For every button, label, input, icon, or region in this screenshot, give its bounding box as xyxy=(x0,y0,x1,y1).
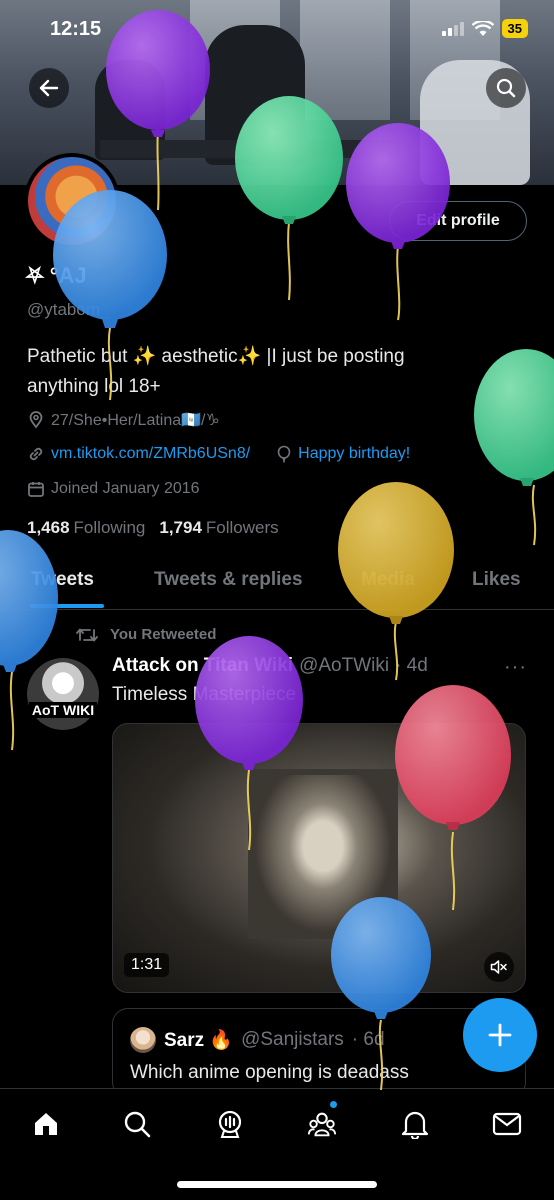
joined-date: Joined January 2016 xyxy=(51,480,200,497)
display-name: ⛧ °AJ xyxy=(26,263,87,288)
more-options-icon[interactable]: ··· xyxy=(504,656,527,679)
joined-row: Joined January 2016 xyxy=(27,480,200,498)
tab-tweets[interactable]: Tweets xyxy=(31,569,94,591)
retweet-icon xyxy=(76,628,98,641)
search-icon xyxy=(496,78,516,98)
nav-notifications[interactable] xyxy=(400,1109,430,1139)
links-row: vm.tiktok.com/ZMRb6USn8/ Happy birthday! xyxy=(27,445,410,463)
tweet-video[interactable] xyxy=(112,723,526,993)
retweet-context: You Retweeted xyxy=(76,626,216,643)
follow-stats: 1,468 Following 1,794 Followers xyxy=(27,518,279,538)
status-bar: 12:15 35 xyxy=(0,0,554,60)
wifi-icon xyxy=(471,20,494,36)
messages-icon xyxy=(492,1112,522,1136)
search-button[interactable] xyxy=(486,68,526,108)
tab-tweets-replies[interactable]: Tweets & replies xyxy=(154,569,303,591)
profile-location: 27/She•Her/Latina🇬🇹/♑ xyxy=(51,412,220,429)
spaces-icon xyxy=(218,1110,242,1138)
tweet-author-handle[interactable]: @AoTWiki xyxy=(299,655,389,677)
active-tab-indicator xyxy=(30,604,104,608)
video-frame xyxy=(248,769,398,939)
notifications-icon xyxy=(401,1111,429,1139)
tweet-header: Attack on Titan Wiki @AoTWiki · 4d xyxy=(112,655,428,677)
following-link[interactable]: 1,468 Following xyxy=(27,518,145,538)
retweet-label: You Retweeted xyxy=(110,626,217,643)
quoted-author-avatar xyxy=(130,1027,156,1053)
edit-profile-button[interactable]: Edit profile xyxy=(389,201,527,241)
quoted-tweet-text: Which anime opening is deadass xyxy=(130,1062,409,1083)
profile-tabs: Tweets Tweets & replies Media Likes xyxy=(0,555,554,610)
following-label: Following xyxy=(73,518,146,537)
profile-avatar[interactable] xyxy=(24,153,120,249)
followers-label: Followers xyxy=(205,518,279,537)
link-icon xyxy=(29,447,43,461)
followers-count: 1,794 xyxy=(159,518,202,537)
signal-icon xyxy=(441,21,464,36)
communities-icon xyxy=(307,1112,337,1137)
tweet-text: Timeless Masterpiece xyxy=(112,684,297,705)
quoted-tweet-header: Sarz 🔥 @Sanjistars · 6d xyxy=(130,1027,385,1053)
balloon-icon xyxy=(277,445,291,463)
avatar-text: AoT WIKI xyxy=(28,702,98,718)
location-pin-icon xyxy=(29,411,43,429)
profile-website-link[interactable]: vm.tiktok.com/ZMRb6USn8/ xyxy=(51,445,250,463)
quoted-author-handle: @Sanjistars xyxy=(241,1029,344,1050)
nav-communities[interactable] xyxy=(307,1109,337,1139)
back-button[interactable] xyxy=(29,68,69,108)
mute-button[interactable] xyxy=(484,952,514,982)
profile-bio: Pathetic but ✨ aesthetic✨ |I just be pos… xyxy=(27,342,497,402)
quoted-tweet[interactable] xyxy=(112,1008,526,1098)
nav-home[interactable] xyxy=(31,1109,61,1139)
mute-icon xyxy=(490,960,507,974)
nav-search[interactable] xyxy=(122,1109,152,1139)
status-time: 12:15 xyxy=(50,18,102,40)
nav-spaces[interactable] xyxy=(215,1109,245,1139)
tweet-author-avatar[interactable]: AoT WIKI xyxy=(27,658,99,730)
birthday-link[interactable]: Happy birthday! xyxy=(298,445,410,463)
back-arrow-icon xyxy=(39,79,59,97)
compose-tweet-button[interactable] xyxy=(463,998,537,1072)
tab-media[interactable]: Media xyxy=(361,569,415,591)
quoted-time: · 6d xyxy=(351,1029,385,1050)
tab-likes[interactable]: Likes xyxy=(472,569,521,591)
followers-link[interactable]: 1,794 Followers xyxy=(159,518,278,538)
tweet-time: · 4d xyxy=(395,655,428,676)
video-duration: 1:31 xyxy=(124,953,170,977)
nav-messages[interactable] xyxy=(492,1109,522,1139)
following-count: 1,468 xyxy=(27,518,70,537)
bio-line-2: anything lol 18+ xyxy=(27,376,161,397)
home-icon xyxy=(35,1113,57,1135)
bio-line-1: Pathetic but ✨ aesthetic✨ |I just be pos… xyxy=(27,346,405,367)
profile-handle: @ytabom_ xyxy=(27,300,110,319)
plus-icon xyxy=(488,1023,512,1047)
search-icon xyxy=(124,1111,151,1138)
communities-notification-dot xyxy=(330,1101,337,1108)
tweet-author-name[interactable]: Attack on Titan Wiki xyxy=(112,655,293,677)
battery-indicator: 35 xyxy=(501,19,528,38)
calendar-icon xyxy=(28,482,44,497)
quoted-author-name: Sarz 🔥 xyxy=(164,1030,234,1051)
location-row: 27/She•Her/Latina🇬🇹/♑ xyxy=(27,410,220,430)
home-indicator xyxy=(177,1181,377,1188)
